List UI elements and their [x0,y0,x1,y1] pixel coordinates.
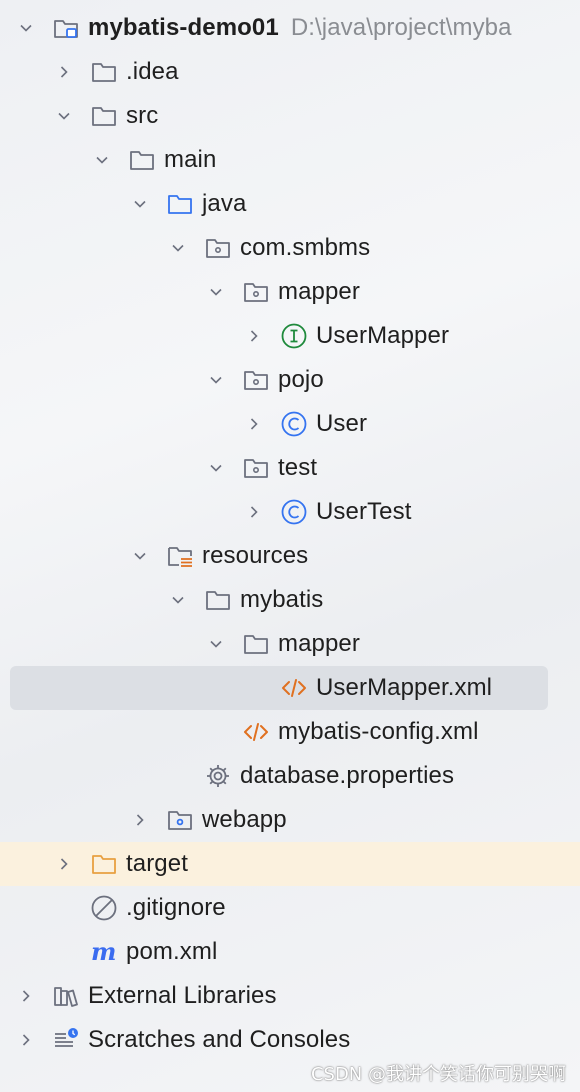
tree-label: UserMapper.xml [316,674,493,701]
tree-label: main [164,146,217,173]
tree-row-src[interactable]: src [0,94,580,138]
project-path: D:\java\project\myba [290,14,512,41]
tree-label: UserMapper [316,322,450,349]
tree-row-main[interactable]: main [0,138,580,182]
tree-row-pojo[interactable]: pojo [0,358,580,402]
tree-row-pom-xml[interactable]: m pom.xml [0,930,580,974]
tree-row-root[interactable]: mybatis-demo01 D:\java\project\myba [0,6,580,50]
project-tree: mybatis-demo01 D:\java\project\myba .ide… [0,6,580,1062]
watermark: CSDN @我讲个笑话你可别哭啊 [310,1064,566,1085]
tree-label: mybatis-config.xml [278,718,479,745]
package-icon [242,454,270,482]
xml-file-icon [280,674,308,702]
chevron-right-icon[interactable] [52,852,76,876]
tree-row-target[interactable]: target [0,842,580,886]
tree-row-idea[interactable]: .idea [0,50,580,94]
tree-label: .idea [126,58,179,85]
chevron-right-icon[interactable] [242,324,266,348]
tree-label: src [126,102,159,129]
resources-folder-icon [166,542,194,570]
folder-icon [242,630,270,658]
tree-row-usermapper-xml[interactable]: UserMapper.xml [0,666,580,710]
web-folder-icon [166,806,194,834]
tree-label: .gitignore [126,894,226,921]
module-folder-icon [52,14,80,42]
chevron-down-icon[interactable] [14,16,38,40]
tree-label: mapper [278,278,360,305]
tree-label: java [202,190,247,217]
chevron-down-icon[interactable] [90,148,114,172]
class-icon [280,410,308,438]
package-icon [242,278,270,306]
scratches-icon [52,1026,80,1054]
tree-label: mybatis-demo01 [88,14,279,41]
class-icon [280,498,308,526]
folder-icon [90,58,118,86]
chevron-down-icon[interactable] [52,104,76,128]
tree-label: User [316,410,368,437]
tree-label: resources [202,542,309,569]
tree-row-external-libraries[interactable]: External Libraries [0,974,580,1018]
tree-row-resources[interactable]: resources [0,534,580,578]
tree-row-database-properties[interactable]: database.properties [0,754,580,798]
tree-label: target [126,850,188,877]
tree-label: UserTest [316,498,412,525]
chevron-down-icon[interactable] [204,368,228,392]
tree-label: com.smbms [240,234,371,261]
interface-icon [280,322,308,350]
tree-row-webapp[interactable]: webapp [0,798,580,842]
tree-label: mybatis [240,586,324,613]
tree-label: mapper [278,630,360,657]
chevron-down-icon[interactable] [166,588,190,612]
chevron-down-icon[interactable] [128,544,152,568]
chevron-down-icon[interactable] [204,632,228,656]
tree-label: External Libraries [88,982,277,1009]
chevron-right-icon[interactable] [14,1028,38,1052]
chevron-down-icon[interactable] [166,236,190,260]
tree-label: webapp [202,806,287,833]
chevron-down-icon[interactable] [128,192,152,216]
tree-label: pom.xml [126,938,218,965]
chevron-right-icon[interactable] [242,412,266,436]
tree-row-mapper-folder[interactable]: mapper [0,622,580,666]
gear-icon [204,762,232,790]
tree-row-test[interactable]: test [0,446,580,490]
chevron-right-icon[interactable] [14,984,38,1008]
xml-file-icon [242,718,270,746]
chevron-down-icon[interactable] [204,456,228,480]
package-icon [242,366,270,394]
tree-row-java[interactable]: java [0,182,580,226]
tree-row-mybatis-config-xml[interactable]: mybatis-config.xml [0,710,580,754]
chevron-right-icon[interactable] [242,500,266,524]
chevron-down-icon[interactable] [204,280,228,304]
tree-row-gitignore[interactable]: .gitignore [0,886,580,930]
tree-row-scratches[interactable]: Scratches and Consoles [0,1018,580,1062]
tree-row-com-smbms[interactable]: com.smbms [0,226,580,270]
tree-row-mybatis[interactable]: mybatis [0,578,580,622]
ignore-file-icon [90,894,118,922]
tree-label: pojo [278,366,324,393]
tree-row-usermapper[interactable]: UserMapper [0,314,580,358]
package-icon [204,234,232,262]
folder-icon [90,102,118,130]
tree-row-user[interactable]: User [0,402,580,446]
tree-label: Scratches and Consoles [88,1026,351,1053]
tree-row-usertest[interactable]: UserTest [0,490,580,534]
folder-icon [128,146,156,174]
tree-row-mapper-package[interactable]: mapper [0,270,580,314]
svg-text:m: m [91,938,117,966]
tree-label: test [278,454,318,481]
chevron-right-icon[interactable] [52,60,76,84]
folder-icon [204,586,232,614]
excluded-folder-icon [90,850,118,878]
source-folder-icon [166,190,194,218]
maven-icon: m [90,938,118,966]
tree-label: database.properties [240,762,455,789]
chevron-right-icon[interactable] [128,808,152,832]
library-icon [52,982,80,1010]
